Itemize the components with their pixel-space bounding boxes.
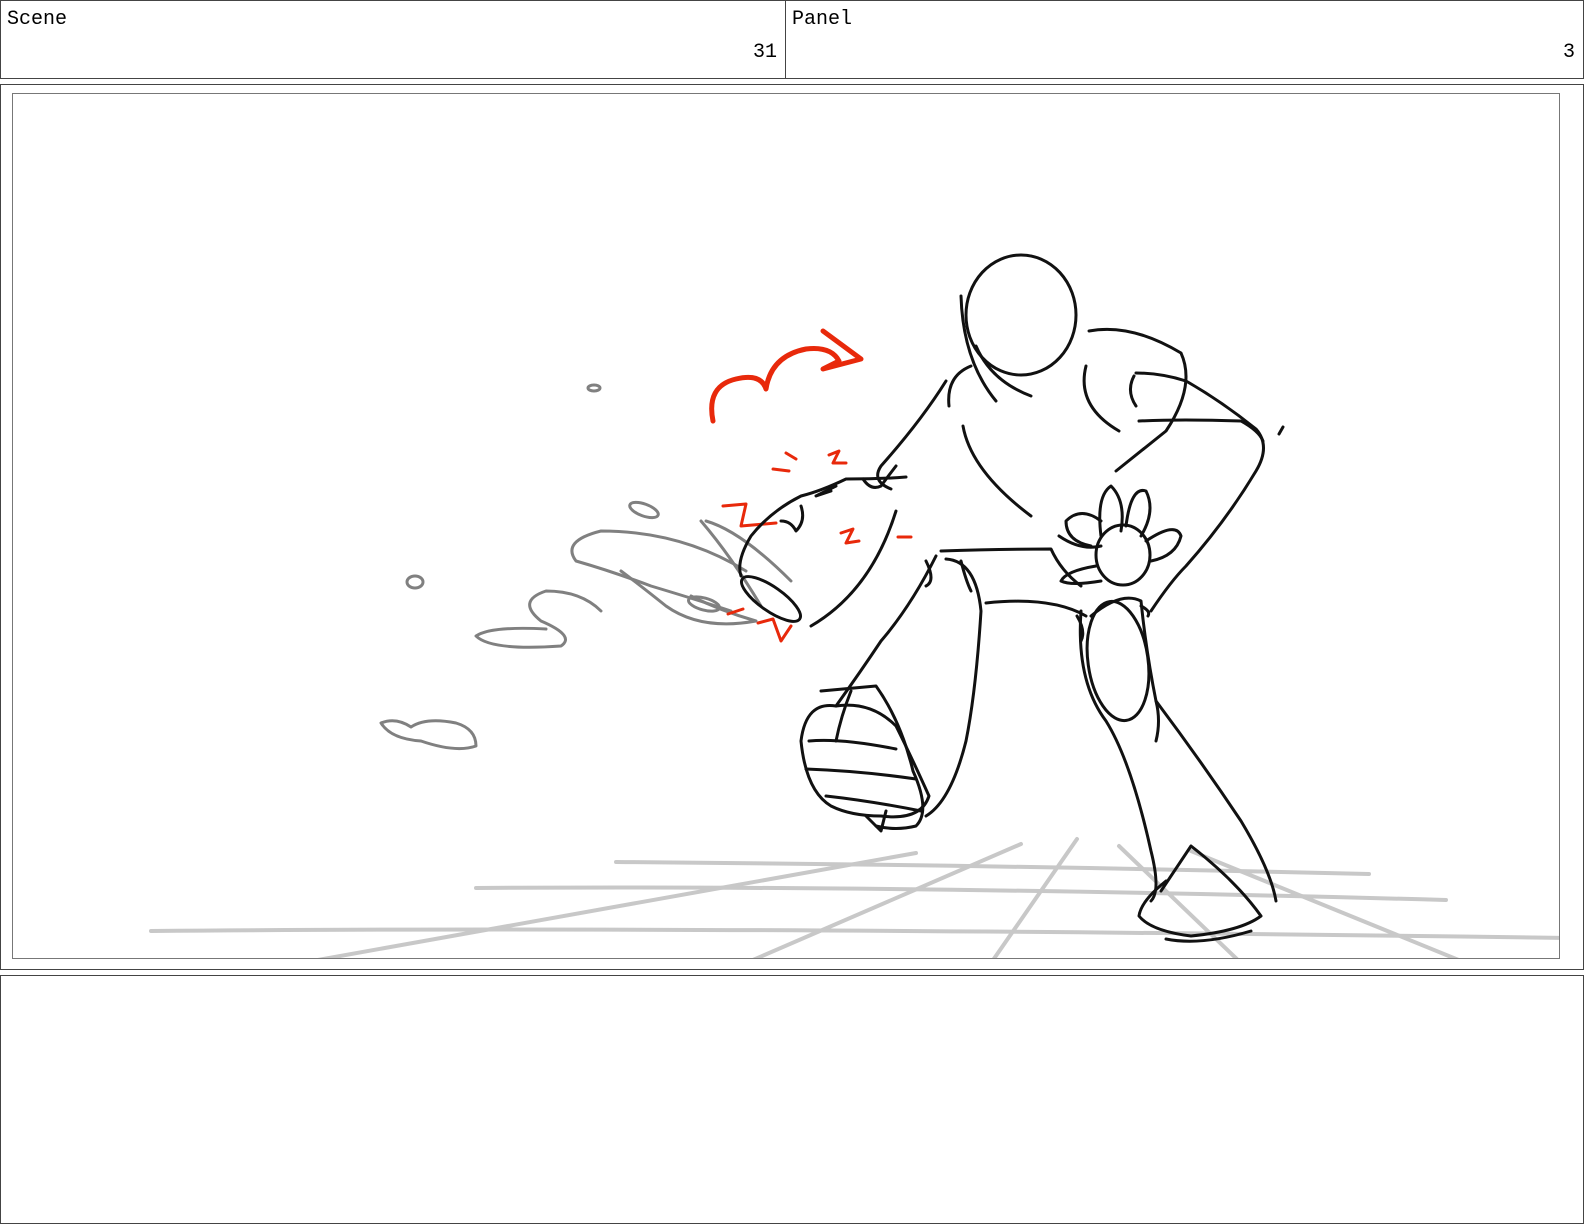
panel-label: Panel	[792, 8, 853, 31]
notes-area	[0, 975, 1584, 1224]
scene-number: 31	[752, 41, 777, 64]
panel-number: 3	[1562, 41, 1575, 64]
floor-grid	[149, 837, 1559, 958]
scene-label: Scene	[7, 8, 68, 31]
action-marks	[709, 328, 864, 424]
scene-cell: Scene 31	[1, 1, 786, 78]
storyboard-sketch	[149, 253, 1559, 958]
panel-frame	[0, 84, 1584, 970]
panel-artwork	[12, 93, 1560, 959]
panel-cell: Panel 3	[786, 1, 1583, 78]
storyboard-header: Scene 31 Panel 3	[0, 0, 1584, 79]
splash-effect	[379, 383, 793, 751]
figure-sketch	[738, 253, 1285, 943]
